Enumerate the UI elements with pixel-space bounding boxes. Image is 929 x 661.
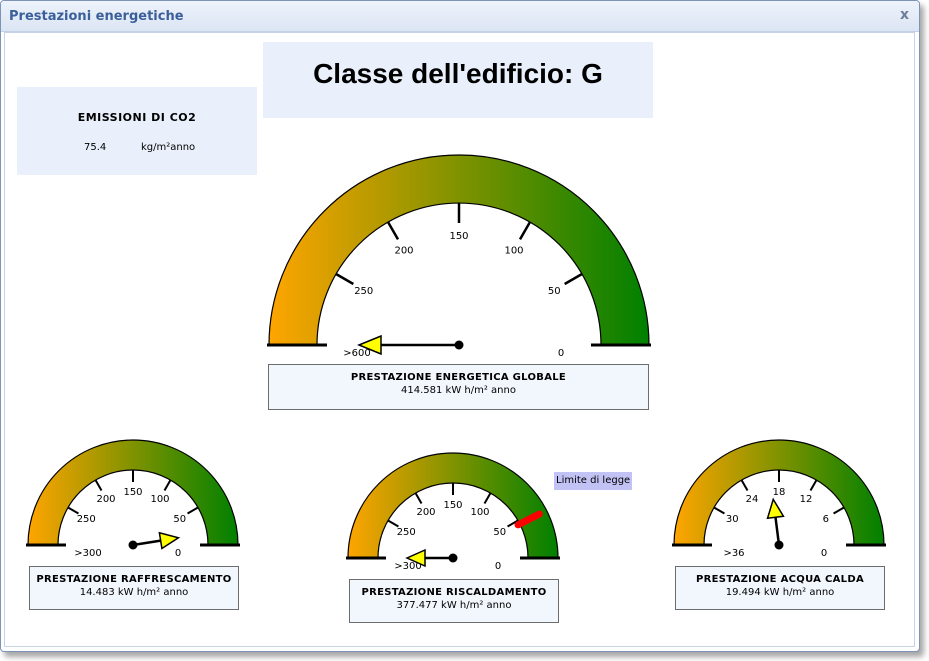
global-performance-value: 414.581 kW h/m² anno — [401, 385, 516, 396]
gauge-needle-head — [158, 531, 181, 550]
cooling-performance-value: 14.483 kW h/m² anno — [79, 587, 189, 598]
gauge-tick — [94, 479, 103, 491]
close-icon[interactable]: x — [900, 7, 909, 23]
cooling-gauge: >300 250200 150 100 50 0 — [26, 439, 240, 559]
gauge-tick-label: 150 — [449, 231, 468, 242]
gauge-tick — [187, 506, 199, 515]
gauge-tick-label: 100 — [504, 246, 523, 257]
gauge-tick-label: 200 — [394, 246, 413, 257]
gauge-tick-label: 100 — [150, 494, 169, 505]
gauge-tick-label: 0 — [821, 548, 827, 559]
hot-water-gauge: >36 30 24 18 12 6 0 — [672, 439, 886, 559]
gauge-tick-label: 250 — [397, 527, 416, 538]
gauge-needle-hub — [454, 340, 464, 350]
building-class-panel: Classe dell'edificio: G — [263, 42, 653, 118]
title-bar: Prestazioni energetiche x — [1, 1, 919, 32]
gauge-band — [268, 154, 650, 346]
gauge-tick — [163, 479, 172, 491]
co2-emissions-panel: EMISSIONI DI CO2 75.4 kg/m²anno — [17, 87, 257, 175]
gauge-tick-label: 150 — [123, 487, 142, 498]
heating-performance-value: 377.477 kW h/m² anno — [396, 600, 512, 611]
cooling-performance-box: PRESTAZIONE RAFFRESCAMENTO 14.483 kW h/m… — [29, 566, 239, 610]
hot-water-performance-value: 19.494 kW h/m² anno — [725, 587, 835, 598]
gauge-tick-label: >600 — [343, 348, 370, 359]
gauge-tick-label: >36 — [723, 548, 744, 559]
gauge-tick — [67, 506, 79, 515]
gauge-tick-label: 50 — [173, 514, 186, 525]
gauge-tick-label: 0 — [495, 561, 501, 572]
gauge-tick-label: 24 — [746, 494, 759, 505]
co2-unit: kg/m²anno — [141, 142, 196, 153]
gauge-tick — [713, 506, 725, 515]
gauge-needle-hub — [774, 540, 784, 550]
gauge-tick-label: 250 — [77, 514, 96, 525]
co2-title: EMISSIONI DI CO2 — [77, 111, 197, 124]
gauge-needle-hub — [448, 553, 458, 563]
cooling-performance-label: PRESTAZIONE RAFFRESCAMENTO — [36, 574, 232, 585]
gauge-tick-label: 50 — [493, 527, 506, 538]
gauge-tick — [809, 479, 818, 491]
gauge-tick-label: 30 — [726, 514, 739, 525]
gauge-needle-hub — [128, 540, 138, 550]
co2-value: 75.4 — [84, 142, 107, 153]
gauge-tick-label: 0 — [558, 348, 564, 359]
gauge-tick-label: 250 — [354, 286, 373, 297]
gauge-tick-label: 200 — [96, 494, 115, 505]
gauge-tick — [518, 221, 532, 240]
gauge-tick-label: >300 — [74, 548, 101, 559]
window-title: Prestazioni energetiche — [9, 9, 184, 24]
gauge-tick-label: 6 — [823, 514, 829, 525]
gauge-needle-head — [766, 497, 785, 520]
gauge-tick — [483, 492, 492, 504]
gauge-tick-label: 100 — [470, 507, 489, 518]
global-gauge: >600 250 200 150 100 50 0 — [267, 154, 651, 359]
gauge-tick — [414, 492, 423, 504]
hot-water-performance-label: PRESTAZIONE ACQUA CALDA — [695, 574, 864, 585]
gauge-tick — [335, 272, 354, 286]
gauge-tick-label: 200 — [416, 507, 435, 518]
gauge-tick — [833, 506, 845, 515]
building-class-label: Classe dell'edificio: G — [313, 58, 603, 89]
legal-limit-label: Limite di legge — [554, 472, 632, 490]
gauge-tick-label: 0 — [175, 548, 181, 559]
gauge-tick — [564, 272, 583, 286]
global-performance-label: PRESTAZIONE ENERGETICA GLOBALE — [350, 372, 567, 383]
hot-water-performance-box: PRESTAZIONE ACQUA CALDA 19.494 kW h/m² a… — [675, 566, 885, 610]
gauge-tick-label: 150 — [443, 500, 462, 511]
gauge-tick-label: 18 — [773, 487, 786, 498]
gauge-tick-label: 12 — [800, 494, 813, 505]
gauge-tick — [387, 519, 399, 528]
heating-performance-label: PRESTAZIONE RISCALDAMENTO — [361, 587, 547, 598]
gauge-tick — [740, 479, 749, 491]
global-performance-box: PRESTAZIONE ENERGETICA GLOBALE 414.581 k… — [268, 364, 649, 410]
gauge-tick-label: 50 — [548, 286, 561, 297]
heating-gauge: >300250200150100500 — [346, 452, 560, 572]
heating-performance-box: PRESTAZIONE RISCALDAMENTO 377.477 kW h/m… — [349, 579, 559, 623]
gauge-tick — [386, 221, 400, 240]
